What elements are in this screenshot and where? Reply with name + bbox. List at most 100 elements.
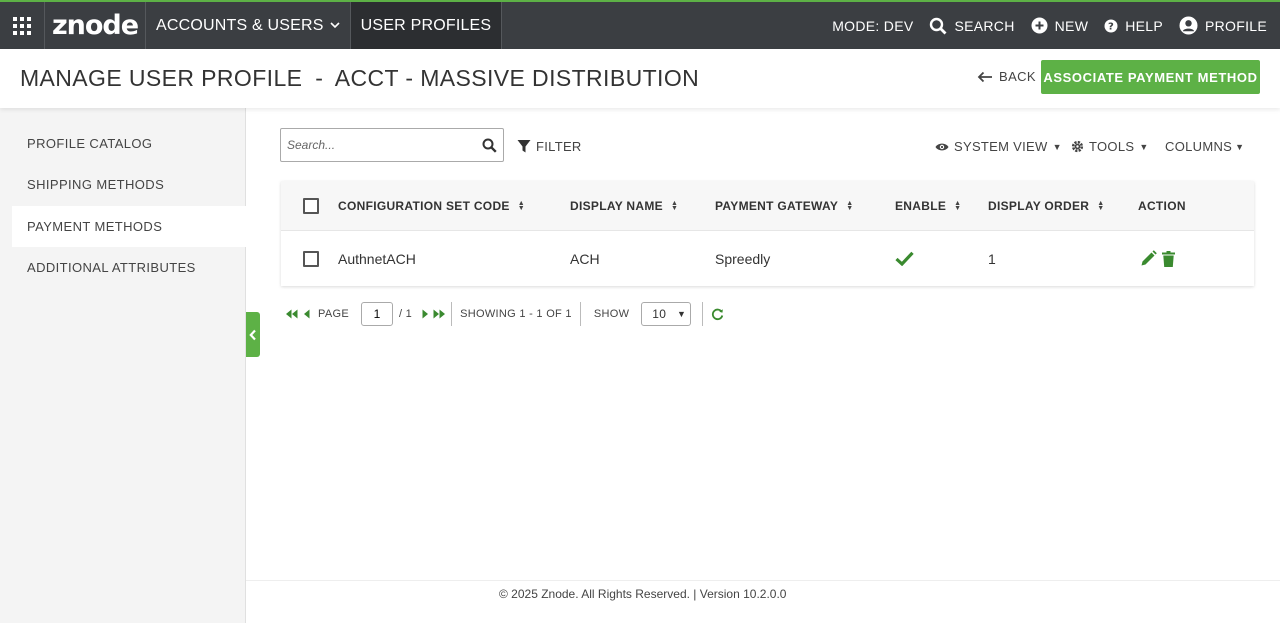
column-header-enable[interactable]: ENABLE ▲ ▼ xyxy=(895,181,961,230)
previous-page-button[interactable] xyxy=(303,309,310,319)
app-launcher-button[interactable] xyxy=(0,2,45,49)
search-submit-button[interactable] xyxy=(475,138,503,153)
caret-down-icon: ▼ xyxy=(1052,141,1062,152)
cell-configuration-set-code: AuthnetACH xyxy=(338,250,416,267)
mode-indicator[interactable]: MODE: DEV xyxy=(832,18,913,34)
column-label: DISPLAY NAME xyxy=(570,198,663,213)
column-header-display-order[interactable]: DISPLAY ORDER ▲ ▼ xyxy=(988,181,1105,230)
back-button[interactable]: BACK xyxy=(977,69,1036,84)
sort-icon[interactable]: ▲ ▼ xyxy=(954,200,961,212)
refresh-icon xyxy=(712,308,724,320)
back-label: BACK xyxy=(999,69,1037,84)
first-page-button[interactable] xyxy=(285,309,298,319)
search-button[interactable]: SEARCH xyxy=(929,17,1014,35)
sidebar-item-profile-catalog[interactable]: PROFILE CATALOG xyxy=(12,123,246,164)
delete-button[interactable] xyxy=(1162,250,1175,267)
page-label: PAGE xyxy=(318,308,349,320)
footer-copyright: © 2025 Znode. All Rights Reserved. | Ver… xyxy=(499,587,787,601)
pager-divider xyxy=(451,302,453,326)
column-label: CONFIGURATION SET CODE xyxy=(338,198,510,213)
next-page-button[interactable] xyxy=(422,309,429,319)
title-separator: - xyxy=(315,65,324,91)
column-header-display-name[interactable]: DISPLAY NAME ▲ ▼ xyxy=(570,181,678,230)
showing-count: SHOWING 1 - 1 OF 1 xyxy=(460,308,572,320)
caret-down-icon: ▼ xyxy=(1235,141,1245,152)
associate-payment-method-button[interactable]: ASSOCIATE PAYMENT METHOD xyxy=(1041,60,1260,94)
search-icon xyxy=(482,138,497,153)
tools-label: TOOLS xyxy=(1089,139,1135,154)
help-button[interactable]: ? HELP xyxy=(1104,18,1163,34)
grid-icon xyxy=(13,16,31,35)
column-label: PAYMENT GATEWAY xyxy=(715,198,839,213)
cell-display-order: 1 xyxy=(988,250,996,267)
sort-icon[interactable]: ▲ ▼ xyxy=(846,200,853,212)
sort-icon[interactable]: ▲ ▼ xyxy=(518,200,525,212)
double-chevron-right-icon xyxy=(433,309,446,319)
page-number-input[interactable] xyxy=(360,302,393,326)
plus-circle-icon xyxy=(1031,17,1048,34)
row-checkbox[interactable] xyxy=(303,250,319,267)
checkmark-icon xyxy=(895,251,914,266)
search-icon xyxy=(930,17,947,34)
chevron-left-icon xyxy=(249,329,256,340)
page-title-account: ACCT - MASSIVE DISTRIBUTION xyxy=(334,65,700,91)
cell-payment-gateway: Spreedly xyxy=(715,250,771,267)
mode-label: MODE: DEV xyxy=(832,17,914,34)
sort-icon[interactable]: ▲ ▼ xyxy=(671,200,678,212)
search-label: SEARCH xyxy=(954,17,1015,34)
accounts-users-menu[interactable]: ACCOUNTS & USERS xyxy=(146,2,351,49)
page-size-select[interactable]: 10 ▼ xyxy=(641,302,692,326)
accounts-users-label: ACCOUNTS & USERS xyxy=(156,16,324,34)
column-label: DISPLAY ORDER xyxy=(988,198,1090,213)
show-label: SHOW xyxy=(593,308,630,320)
gear-icon xyxy=(1071,140,1084,153)
chevron-right-icon xyxy=(422,309,429,319)
sidebar-collapse-button[interactable] xyxy=(246,312,260,357)
search-input[interactable] xyxy=(281,129,475,161)
page-title: MANAGE USER PROFILE - ACCT - MASSIVE DIS… xyxy=(20,65,699,92)
payment-methods-grid: CONFIGURATION SET CODE ▲ ▼ DISPLAY NAME ▲… xyxy=(281,181,1254,286)
cell-action xyxy=(1140,231,1180,286)
column-header-payment-gateway[interactable]: PAYMENT GATEWAY ▲ ▼ xyxy=(715,181,853,230)
pager-divider xyxy=(579,302,581,326)
user-circle-icon xyxy=(1179,16,1198,35)
filter-button[interactable]: FILTER xyxy=(517,139,582,154)
chevron-left-icon xyxy=(304,309,310,319)
sidebar-item-payment-methods[interactable]: PAYMENT METHODS xyxy=(12,206,246,247)
cell-display-name: ACH xyxy=(570,250,600,267)
pencil-icon xyxy=(1141,250,1157,266)
cell-enable xyxy=(895,231,914,286)
eye-icon xyxy=(935,143,949,150)
sidebar-item-additional-attributes[interactable]: ADDITIONAL ATTRIBUTES xyxy=(12,247,246,288)
system-view-dropdown[interactable]: SYSTEM VIEW ▼ xyxy=(935,139,1062,154)
svg-text:?: ? xyxy=(1108,21,1114,32)
columns-dropdown[interactable]: COLUMNS ▼ xyxy=(1165,139,1244,154)
grid-header-row: CONFIGURATION SET CODE ▲ ▼ DISPLAY NAME ▲… xyxy=(281,181,1254,231)
user-profiles-nav[interactable]: USER PROFILES xyxy=(350,2,503,49)
znode-logo[interactable]: znode xyxy=(45,2,146,49)
profile-button[interactable]: PROFILE xyxy=(1179,16,1267,35)
pagination: PAGE / 1 SHOWING 1 - 1 OF 1 SHOW 10 ▼ xyxy=(285,301,724,327)
chevron-down-icon xyxy=(330,20,340,32)
column-header-action: ACTION xyxy=(1138,181,1186,230)
refresh-button[interactable] xyxy=(711,308,724,321)
sort-icon[interactable]: ▲ ▼ xyxy=(1097,200,1104,212)
page-size-value: 10 xyxy=(652,307,667,321)
select-all-checkbox[interactable] xyxy=(303,197,319,214)
filter-icon xyxy=(517,140,531,153)
arrow-left-icon xyxy=(977,71,992,82)
last-page-button[interactable] xyxy=(433,309,446,319)
user-profiles-label: USER PROFILES xyxy=(360,16,492,34)
help-label: HELP xyxy=(1125,17,1163,34)
page-title-main: MANAGE USER PROFILE xyxy=(20,65,303,91)
column-header-configuration-set-code[interactable]: CONFIGURATION SET CODE ▲ ▼ xyxy=(338,181,525,230)
edit-button[interactable] xyxy=(1140,250,1157,267)
search-box xyxy=(280,128,504,162)
double-chevron-left-icon xyxy=(286,309,298,319)
caret-down-icon: ▼ xyxy=(677,309,687,319)
footer: © 2025 Znode. All Rights Reserved. | Ver… xyxy=(246,580,1280,623)
tools-dropdown[interactable]: TOOLS ▼ xyxy=(1071,139,1149,154)
sidebar-item-shipping-methods[interactable]: SHIPPING METHODS xyxy=(12,164,246,205)
system-view-label: SYSTEM VIEW xyxy=(954,139,1048,154)
new-button[interactable]: NEW xyxy=(1031,17,1089,34)
